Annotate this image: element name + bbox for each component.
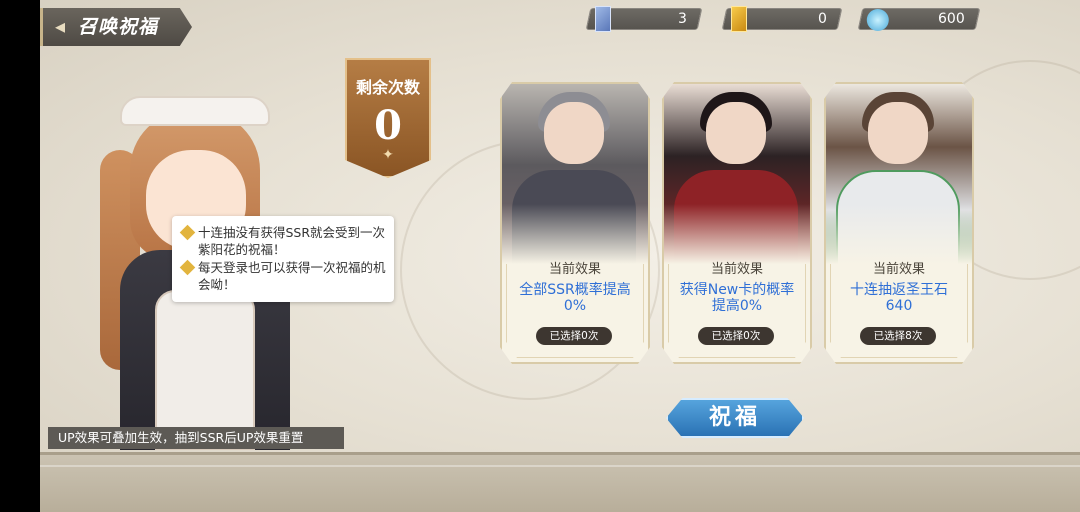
currency-blue-ticket[interactable]: 3 bbox=[585, 6, 703, 32]
up-effect-note: UP效果可叠加生效，抽到SSR后UP效果重置 bbox=[48, 427, 344, 449]
effect-card-new[interactable]: 当前效果 获得New卡的概率提高0% 已选择0次 bbox=[662, 82, 812, 364]
currency-gold-ticket[interactable]: 0 bbox=[721, 6, 843, 32]
blue-ticket-icon bbox=[595, 6, 611, 32]
gold-ticket-icon bbox=[731, 6, 747, 32]
character-portrait bbox=[502, 84, 648, 264]
bless-button[interactable]: 祝福 bbox=[666, 398, 804, 438]
card-effect: 十连抽返圣王石640 bbox=[850, 282, 948, 314]
effect-card-ssr[interactable]: 当前效果 全部SSR概率提高0% 已选择0次 bbox=[500, 82, 650, 364]
diamond-bullet-icon bbox=[179, 224, 196, 241]
currency-crystal[interactable]: 600 bbox=[857, 8, 981, 31]
selected-count-badge: 已选择0次 bbox=[698, 327, 774, 345]
currency-value: 3 bbox=[678, 11, 687, 27]
remaining-value: 0 bbox=[374, 102, 402, 149]
selected-count-badge: 已选择0次 bbox=[536, 327, 612, 345]
back-arrow-icon[interactable]: ◂ bbox=[48, 14, 72, 38]
remaining-count-banner: 剩余次数 0 ✦ bbox=[345, 58, 431, 178]
remaining-label: 剩余次数 bbox=[355, 78, 420, 97]
card-label: 当前效果 bbox=[872, 262, 925, 277]
tip-item: 十连抽没有获得SSR就会受到一次紫阳花的祝福！ bbox=[179, 224, 386, 258]
character-apron bbox=[155, 290, 255, 450]
currency-value: 0 bbox=[818, 11, 827, 27]
tip-text: 每天登录也可以获得一次祝福的机会呦！ bbox=[198, 260, 386, 292]
floor-trim bbox=[40, 452, 1080, 512]
character-portrait bbox=[664, 84, 810, 264]
tip-bubble: 十连抽没有获得SSR就会受到一次紫阳花的祝福！ 每天登录也可以获得一次祝福的机会… bbox=[172, 216, 394, 302]
card-effect: 全部SSR概率提高0% bbox=[519, 282, 631, 314]
tip-item: 每天登录也可以获得一次祝福的机会呦！ bbox=[179, 259, 386, 293]
card-label: 当前效果 bbox=[710, 262, 763, 277]
tip-text: 十连抽没有获得SSR就会受到一次紫阳花的祝福！ bbox=[198, 225, 386, 257]
currency-value: 600 bbox=[938, 11, 965, 27]
selected-count-badge: 已选择8次 bbox=[860, 327, 936, 345]
page-title: 召唤祝福 bbox=[78, 16, 159, 38]
diamond-bullet-icon bbox=[179, 259, 196, 276]
ornament-icon: ✦ bbox=[382, 147, 394, 163]
effect-card-stone[interactable]: 当前效果 十连抽返圣王石640 已选择8次 bbox=[824, 82, 974, 364]
card-effect: 获得New卡的概率提高0% bbox=[679, 282, 795, 314]
character-portrait bbox=[826, 84, 972, 264]
maid-headdress bbox=[120, 96, 270, 126]
crystal-gem-icon bbox=[866, 9, 889, 31]
card-label: 当前效果 bbox=[548, 262, 601, 277]
